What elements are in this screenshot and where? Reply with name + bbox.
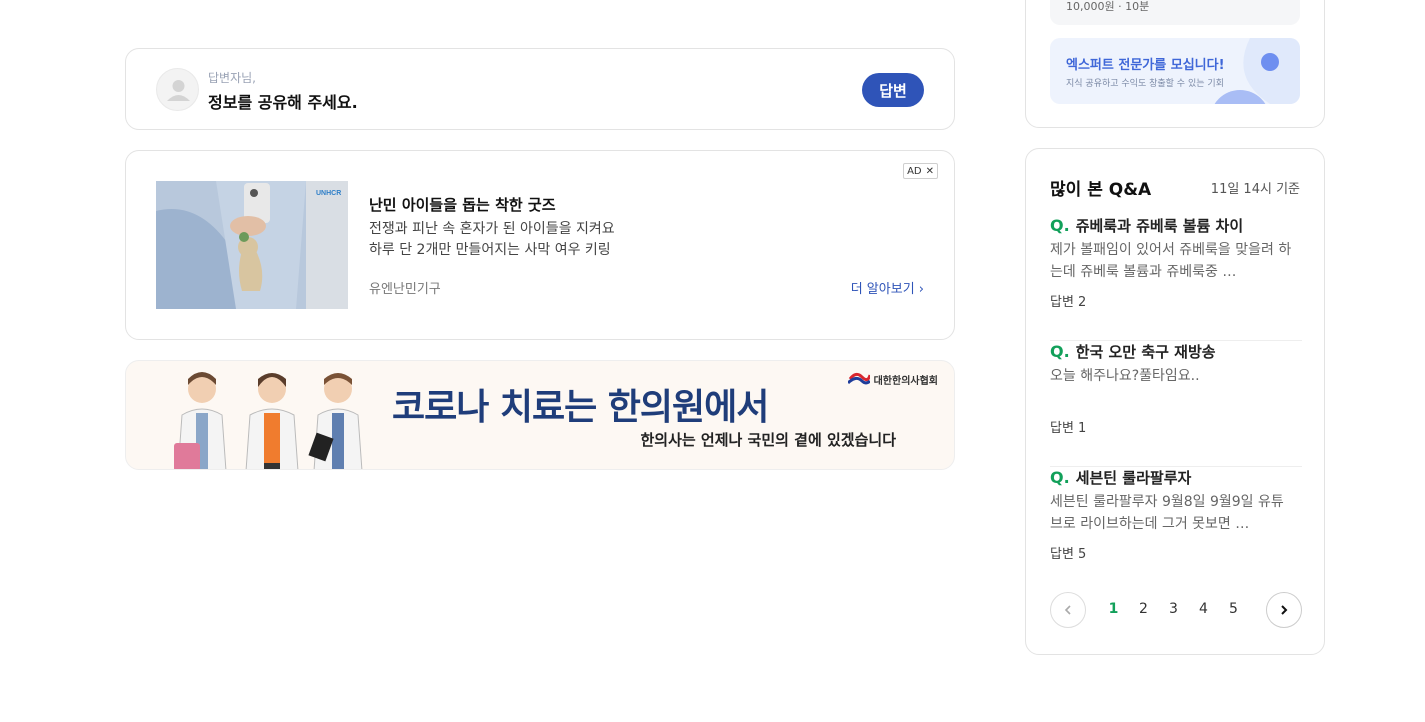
qa-list-item[interactable]: Q. 세븐틴 룰라팔루자 세븐틴 룰라팔루자 9월8일 9월9일 유튜브로 라이… <box>1050 467 1302 593</box>
promo-banner[interactable]: 코로나 치료는 한의원에서 한의사는 언제나 국민의 곁에 있겠습니다 대한한의… <box>125 360 955 470</box>
qa-answer-count: 답변 5 <box>1050 547 1087 562</box>
ad-description[interactable]: 전쟁과 피난 속 혼자가 된 아이들을 지켜요 하루 단 2개만 만들어지는 사… <box>369 219 615 261</box>
expert-description: 지식 공유하고 수익도 창출할 수 있는 기회 <box>1066 79 1224 89</box>
banner-logo: 대한한의사협회 <box>847 371 938 387</box>
unhcr-logo: UNHCR <box>316 190 341 197</box>
answer-prompt-card: 답변자님, 정보를 공유해 주세요. 답변 <box>125 48 955 130</box>
qa-body[interactable]: 세븐틴 룰라팔루자 9월8일 9월9일 유튜브로 라이브하는데 그거 못보면 … <box>1050 491 1294 535</box>
chevron-right-icon <box>1281 605 1288 615</box>
chevron-right-icon: › <box>918 282 924 297</box>
banner-headline: 코로나 치료는 한의원에서 <box>392 387 769 428</box>
ad-label: AD <box>907 165 922 177</box>
ad-advertiser: 유엔난민기구 <box>369 282 441 297</box>
expert-title: 엑스퍼트 전문가를 모십니다! <box>1066 58 1225 73</box>
page-numbers: 1 2 3 4 5 <box>1108 601 1239 617</box>
qa-question-row[interactable]: Q. 한국 오만 축구 재방송 <box>1050 341 1216 362</box>
kma-logo-icon <box>847 372 870 385</box>
qa-question[interactable]: 쥬베룩과 쥬베룩 볼륨 차이 <box>1076 215 1243 236</box>
ad-badge[interactable]: AD ✕ <box>903 163 938 179</box>
ad-more-link[interactable]: 더 알아보기 › <box>851 278 924 297</box>
qa-question[interactable]: 한국 오만 축구 재방송 <box>1076 341 1216 362</box>
ad-desc-line: 하루 단 2개만 만들어지는 사막 여우 키링 <box>369 242 611 258</box>
page-number[interactable]: 4 <box>1198 601 1209 617</box>
doctors-illustration <box>174 372 363 469</box>
qa-list-item[interactable]: Q. 한국 오만 축구 재방송 오늘 해주나요?풀타임요.. 답변 1 <box>1050 341 1302 467</box>
prev-page-button[interactable] <box>1050 592 1086 628</box>
ad-more-label: 더 알아보기 <box>850 282 915 297</box>
q-mark: Q. <box>1050 216 1070 235</box>
popular-qa-card: 많이 본 Q&A 11일 14시 기준 Q. 쥬베룩과 쥬베룩 볼륨 차이 제가… <box>1025 148 1325 655</box>
qa-question-row[interactable]: Q. 쥬베룩과 쥬베룩 볼륨 차이 <box>1050 215 1243 236</box>
price-text: 10,000원 · 10분 <box>1066 0 1150 13</box>
page-number[interactable]: 2 <box>1138 601 1149 617</box>
qa-section-title: 많이 본 Q&A <box>1050 180 1152 200</box>
qa-list-item[interactable]: Q. 쥬베룩과 쥬베룩 볼륨 차이 제가 볼패임이 있어서 쥬베룩을 맞을려 하… <box>1050 215 1302 341</box>
expert-product-banner[interactable]: 10,000원 · 10분 <box>1050 0 1300 25</box>
qa-answer-count: 답변 1 <box>1050 421 1087 436</box>
qa-answer-count: 답변 2 <box>1050 295 1087 310</box>
avatar <box>156 68 199 111</box>
ad-image: UNHCR <box>156 181 348 309</box>
next-page-button[interactable] <box>1266 592 1302 628</box>
ad-card[interactable]: AD ✕ UNHCR 난민 아이들을 돕는 착한 굿즈 전쟁과 피난 속 혼자가… <box>125 150 955 340</box>
expert-recruit-banner[interactable]: 엑스퍼트 전문가를 모십니다! 지식 공유하고 수익도 창출할 수 있는 기회 <box>1050 38 1300 104</box>
expert-card: 10,000원 · 10분 엑스퍼트 전문가를 모십니다! 지식 공유하고 수익… <box>1025 0 1325 128</box>
close-icon[interactable]: ✕ <box>926 166 934 177</box>
page-number[interactable]: 3 <box>1168 601 1179 617</box>
page-number[interactable]: 5 <box>1228 601 1239 617</box>
answer-button[interactable]: 답변 <box>862 73 924 107</box>
qa-question-row[interactable]: Q. 세븐틴 룰라팔루자 <box>1050 467 1191 488</box>
qa-body[interactable]: 오늘 해주나요?풀타임요.. <box>1050 365 1294 387</box>
banner-subline: 한의사는 언제나 국민의 곁에 있겠습니다 <box>640 431 897 449</box>
ad-thumbnail[interactable]: UNHCR <box>156 181 348 309</box>
qa-question[interactable]: 세븐틴 룰라팔루자 <box>1076 467 1192 488</box>
prompt-greeting: 답변자님, <box>208 71 256 85</box>
page-number[interactable]: 1 <box>1108 601 1119 617</box>
q-mark: Q. <box>1050 342 1070 361</box>
prompt-message: 정보를 공유해 주세요. <box>208 93 358 112</box>
qa-basis-time: 11일 14시 기준 <box>1210 182 1300 197</box>
qa-pagination: 1 2 3 4 5 <box>1050 592 1302 628</box>
ad-title[interactable]: 난민 아이들을 돕는 착한 굿즈 <box>369 194 556 215</box>
user-icon <box>167 80 190 101</box>
qa-body[interactable]: 제가 볼패임이 있어서 쥬베룩을 맞을려 하는데 쥬베룩 볼륨과 쥬베룩중 … <box>1050 239 1294 283</box>
q-mark: Q. <box>1050 468 1070 487</box>
ad-desc-line: 전쟁과 피난 속 혼자가 된 아이들을 지켜요 <box>369 221 615 237</box>
banner-logo-text: 대한한의사협회 <box>873 375 938 387</box>
chevron-left-icon <box>1064 605 1071 615</box>
